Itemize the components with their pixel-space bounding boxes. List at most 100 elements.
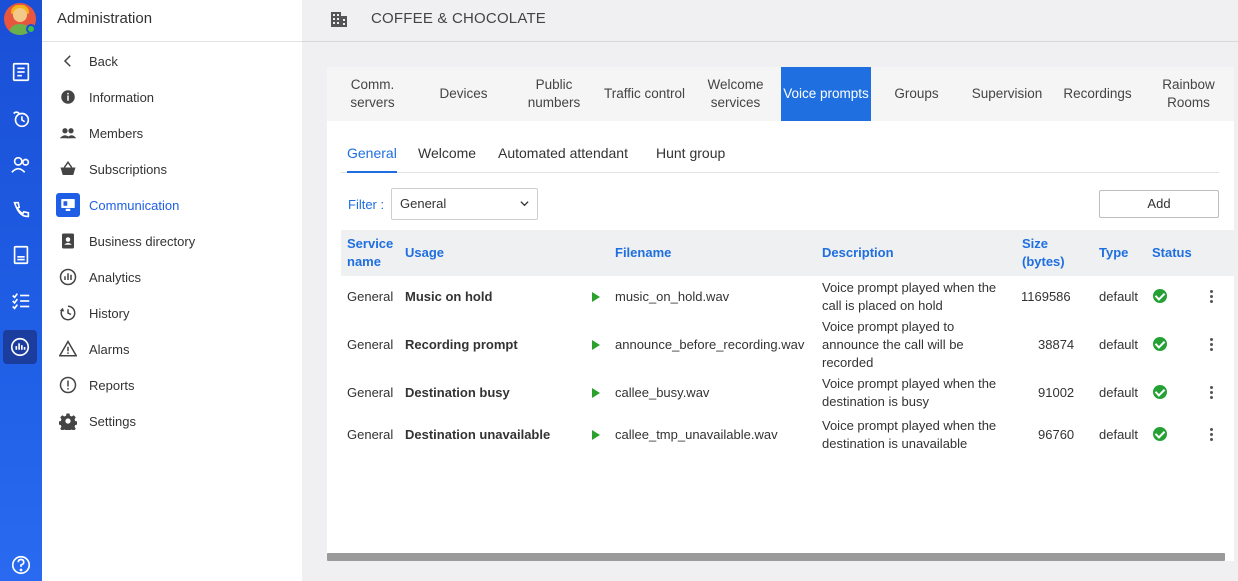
- members-icon: [57, 122, 79, 144]
- menu-item-label: Reports: [89, 377, 135, 393]
- menu-item-label: Communication: [89, 197, 180, 213]
- filter-value: General: [400, 196, 447, 211]
- document-icon[interactable]: [6, 240, 36, 270]
- more-options-icon[interactable]: [1210, 386, 1214, 400]
- page-header: COFFEE & CHOCOLATE: [302, 0, 1238, 42]
- presence-indicator: [26, 24, 36, 34]
- tab-welcome-services[interactable]: Welcome services: [690, 67, 781, 121]
- col-description[interactable]: Description: [822, 244, 894, 262]
- checklist-icon[interactable]: [6, 286, 36, 316]
- status-ok-icon: [1153, 289, 1167, 303]
- cell-size: 1169586: [1021, 289, 1071, 304]
- menu-item-label: Alarms: [89, 341, 130, 357]
- cell-filename: announce_before_recording.wav: [615, 337, 805, 352]
- status-ok-icon: [1153, 385, 1167, 399]
- menu-item-information[interactable]: Information: [57, 84, 154, 110]
- tab-devices[interactable]: Devices: [418, 67, 509, 121]
- table-row[interactable]: General Destination unavailable callee_t…: [341, 417, 1221, 453]
- subtab-general[interactable]: General: [347, 145, 397, 173]
- table-row[interactable]: General Music on hold music_on_hold.wav …: [341, 279, 1221, 315]
- play-icon[interactable]: [592, 340, 600, 350]
- phone-icon[interactable]: [6, 195, 36, 225]
- more-options-icon[interactable]: [1210, 428, 1214, 442]
- tab-traffic-control[interactable]: Traffic control: [599, 67, 690, 121]
- menu-item-communication[interactable]: Communication: [56, 192, 180, 218]
- cell-service: General: [347, 385, 394, 400]
- basket-icon: [57, 158, 79, 180]
- admin-panel: Administration Back Information Members …: [42, 0, 302, 581]
- menu-item-history[interactable]: History: [57, 300, 129, 326]
- play-icon[interactable]: [592, 388, 600, 398]
- subtab-automated-attendant[interactable]: Automated attendant: [498, 145, 628, 173]
- cell-service: General: [347, 427, 394, 442]
- filter-select[interactable]: General: [391, 188, 538, 220]
- contacts-icon[interactable]: [6, 150, 36, 180]
- menu-item-label: Subscriptions: [89, 161, 168, 177]
- menu-item-label: Information: [89, 89, 155, 105]
- cell-filename: music_on_hold.wav: [615, 289, 730, 304]
- cell-filename: callee_tmp_unavailable.wav: [615, 427, 778, 442]
- tab-public-numbers[interactable]: Public numbers: [509, 67, 599, 121]
- cell-usage: Recording prompt: [405, 337, 518, 352]
- subtab-welcome[interactable]: Welcome: [418, 145, 476, 173]
- cell-description: Voice prompt played when the destination…: [822, 418, 997, 451]
- building-icon: [331, 12, 347, 27]
- menu-item-analytics[interactable]: Analytics: [57, 264, 141, 290]
- more-options-icon[interactable]: [1210, 290, 1214, 304]
- communication-icon: [56, 193, 80, 217]
- cell-type: default: [1099, 385, 1139, 400]
- news-icon[interactable]: [6, 57, 36, 87]
- tab-rainbow-rooms[interactable]: Rainbow Rooms: [1143, 67, 1234, 121]
- cell-type: default: [1099, 337, 1139, 352]
- subtab-hunt-group[interactable]: Hunt group: [656, 145, 725, 173]
- page-title: COFFEE & CHOCOLATE: [371, 10, 547, 27]
- add-button[interactable]: Add: [1099, 190, 1219, 218]
- chevron-left-icon: [57, 50, 79, 72]
- more-options-icon[interactable]: [1210, 338, 1214, 352]
- cell-description: Voice prompt played when the destination…: [822, 376, 997, 409]
- play-icon[interactable]: [592, 430, 600, 440]
- call-log-icon[interactable]: [6, 104, 36, 134]
- cell-service: General: [347, 337, 394, 352]
- help-icon[interactable]: [6, 550, 36, 580]
- menu-item-label: History: [89, 305, 130, 321]
- col-status[interactable]: Status: [1152, 244, 1192, 262]
- menu-item-alarms[interactable]: Alarms: [57, 336, 129, 362]
- col-filename[interactable]: Filename: [615, 244, 671, 262]
- cell-type: default: [1099, 427, 1139, 442]
- menu-item-reports[interactable]: Reports: [57, 372, 135, 398]
- menu-item-subscriptions[interactable]: Subscriptions: [57, 156, 167, 182]
- cell-size: 96760: [1038, 427, 1075, 442]
- tab-voice-prompts[interactable]: Voice prompts: [781, 67, 871, 121]
- tab-comm-servers[interactable]: Comm. servers: [327, 67, 418, 121]
- horizontal-scrollbar[interactable]: [327, 553, 1225, 561]
- play-icon[interactable]: [592, 292, 600, 302]
- status-ok-icon: [1153, 427, 1167, 441]
- menu-item-members[interactable]: Members: [57, 120, 143, 146]
- tab-bar: Comm. servers Devices Public numbers Tra…: [327, 67, 1234, 121]
- cell-usage: Destination busy: [405, 385, 510, 400]
- info-icon: [57, 86, 79, 108]
- tab-groups[interactable]: Groups: [871, 67, 962, 121]
- menu-item-business-directory[interactable]: Business directory: [57, 228, 195, 254]
- col-size[interactable]: Size (bytes): [1022, 235, 1074, 271]
- menu-item-settings[interactable]: Settings: [57, 408, 136, 434]
- subtab-bar: General Welcome Automated attendant Hunt…: [341, 145, 1219, 173]
- cell-service: General: [347, 289, 394, 304]
- col-service-name[interactable]: Service name: [347, 235, 402, 271]
- table-row[interactable]: General Recording prompt announce_before…: [341, 318, 1221, 372]
- tab-recordings[interactable]: Recordings: [1052, 67, 1143, 121]
- col-type[interactable]: Type: [1099, 244, 1128, 262]
- table-row[interactable]: General Destination busy callee_busy.wav…: [341, 375, 1221, 411]
- app-rail: [0, 0, 42, 581]
- menu-item-back[interactable]: Back: [57, 48, 118, 74]
- tab-supervision[interactable]: Supervision: [962, 67, 1052, 121]
- admin-icon[interactable]: [3, 330, 37, 364]
- table-header: Service name Usage Filename Description …: [341, 230, 1234, 276]
- menu-item-label: Settings: [89, 413, 136, 429]
- filter-label: Filter :: [348, 197, 385, 212]
- menu-item-label: Analytics: [89, 269, 142, 285]
- report-icon: [57, 374, 79, 396]
- col-usage[interactable]: Usage: [405, 244, 444, 262]
- menu-item-label: Back: [89, 53, 118, 69]
